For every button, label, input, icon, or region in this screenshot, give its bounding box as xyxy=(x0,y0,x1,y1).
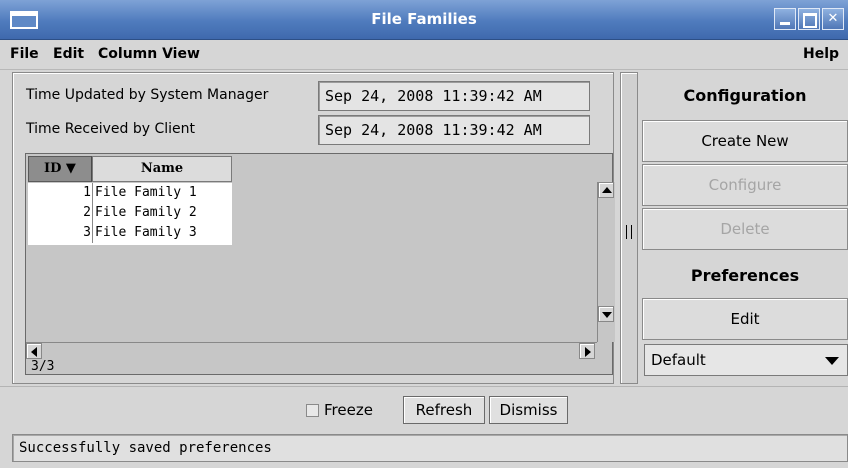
arrow-down-icon xyxy=(602,312,612,318)
time-updated-label: Time Updated by System Manager xyxy=(26,87,269,103)
window-title: File Families xyxy=(371,10,477,28)
column-header-name[interactable]: Name xyxy=(92,156,232,182)
configuration-heading: Configuration xyxy=(683,86,807,105)
chevron-down-icon xyxy=(825,357,839,365)
vertical-scrollbar[interactable] xyxy=(597,182,615,342)
cell-id: 3 xyxy=(83,225,91,240)
panel-splitter[interactable] xyxy=(620,72,638,384)
arrow-left-icon xyxy=(31,347,37,357)
freeze-checkbox[interactable] xyxy=(306,404,319,417)
table-row[interactable]: 2 File Family 2 xyxy=(28,203,232,223)
arrow-up-icon xyxy=(602,187,612,193)
menu-column-view[interactable]: Column View xyxy=(98,46,200,62)
column-header-id[interactable]: ID ▼ xyxy=(28,156,92,182)
scroll-down-button[interactable] xyxy=(598,306,614,322)
file-families-table: ID ▼ Name 1 File Family 1 2 File Family … xyxy=(25,153,615,375)
arrow-right-icon xyxy=(585,347,591,357)
row-count: 3/3 xyxy=(31,359,55,374)
minimize-icon[interactable] xyxy=(774,8,796,30)
cell-name: File Family 2 xyxy=(92,203,232,223)
menu-bar: File Edit Column View Help xyxy=(0,40,848,70)
preferences-select-value: Default xyxy=(651,351,706,369)
horizontal-scrollbar[interactable] xyxy=(26,342,597,360)
edit-preferences-button[interactable]: Edit xyxy=(642,298,848,340)
configure-button[interactable]: Configure xyxy=(642,164,848,206)
actions-panel: Configuration Create New Configure Delet… xyxy=(642,72,848,384)
bottom-controls: Freeze Refresh Dismiss xyxy=(0,386,848,430)
scroll-left-button[interactable] xyxy=(26,343,42,359)
menu-edit[interactable]: Edit xyxy=(53,46,84,62)
splitter-grip-icon[interactable] xyxy=(626,225,632,239)
create-new-button[interactable]: Create New xyxy=(642,120,848,162)
menu-file[interactable]: File xyxy=(10,46,39,62)
table-row[interactable]: 3 File Family 3 xyxy=(28,223,232,245)
cell-name: File Family 3 xyxy=(92,223,232,243)
close-icon[interactable]: ✕ xyxy=(822,8,844,30)
freeze-label[interactable]: Freeze xyxy=(324,401,373,419)
refresh-button[interactable]: Refresh xyxy=(403,396,485,424)
scroll-right-button[interactable] xyxy=(579,343,595,359)
dismiss-button[interactable]: Dismiss xyxy=(489,396,568,424)
preferences-select[interactable]: Default xyxy=(644,344,848,376)
file-families-panel: Time Updated by System Manager Sep 24, 2… xyxy=(12,72,615,384)
delete-button[interactable]: Delete xyxy=(642,208,848,250)
cell-id: 2 xyxy=(83,205,91,220)
preferences-heading: Preferences xyxy=(690,266,800,285)
time-received-label: Time Received by Client xyxy=(26,121,196,137)
title-bar[interactable]: File Families ✕ xyxy=(0,0,848,40)
status-bar: Successfully saved preferences xyxy=(12,434,848,462)
table-row[interactable]: 1 File Family 1 xyxy=(28,183,232,203)
cell-name: File Family 1 xyxy=(92,183,232,203)
menu-help[interactable]: Help xyxy=(803,46,839,62)
time-received-field: Sep 24, 2008 11:39:42 AM xyxy=(318,115,590,145)
scroll-up-button[interactable] xyxy=(598,182,614,198)
time-updated-field: Sep 24, 2008 11:39:42 AM xyxy=(318,81,590,111)
maximize-icon[interactable] xyxy=(798,8,820,30)
cell-id: 1 xyxy=(83,185,91,200)
